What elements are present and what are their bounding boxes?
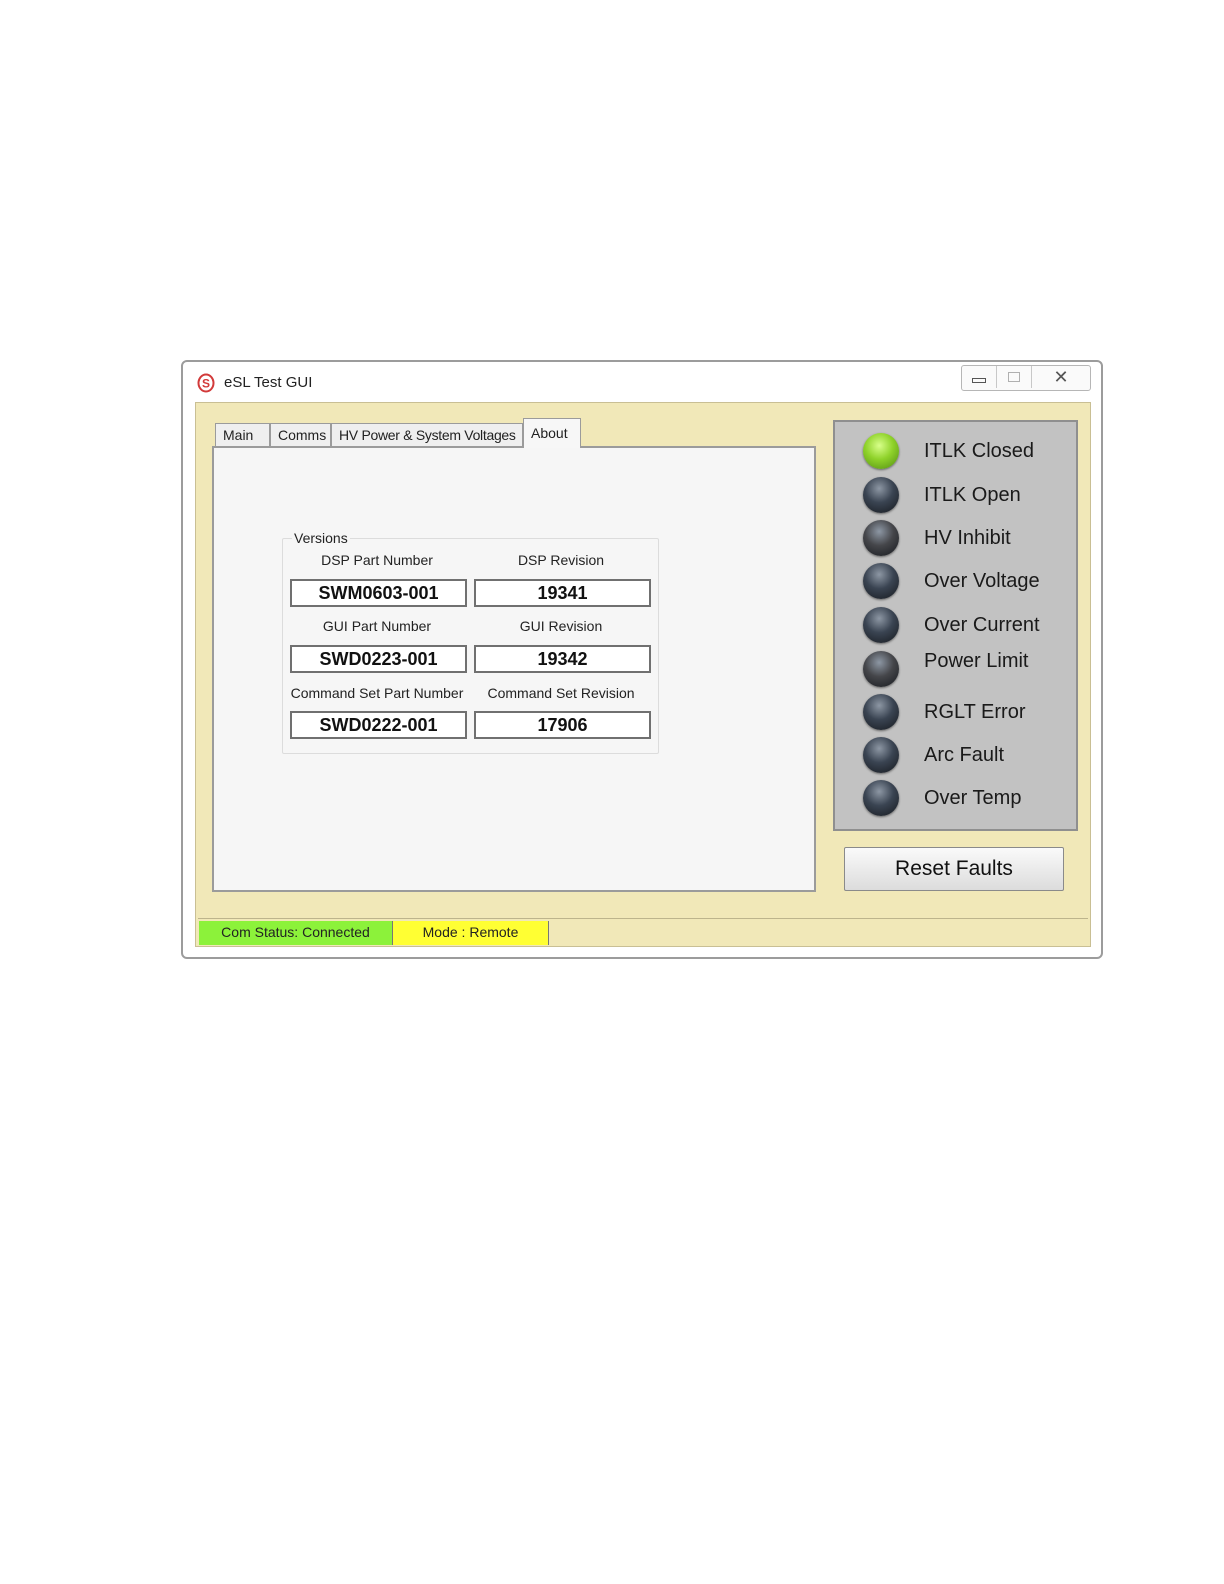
- indicator-label: ITLK Open: [924, 484, 1021, 506]
- indicator-label: RGLT Error: [924, 701, 1026, 723]
- indicator-hv-inhibit: HV Inhibit: [835, 520, 1076, 560]
- window-controls: ✕: [961, 365, 1091, 391]
- minimize-button[interactable]: [962, 366, 997, 388]
- status-indicator-panel: ITLK Closed ITLK Open HV Inhibit Over Vo…: [833, 420, 1078, 831]
- dsp-part-number-label: DSP Part Number: [321, 552, 433, 568]
- tab-main[interactable]: Main: [215, 423, 270, 447]
- command-set-part-number-label: Command Set Part Number: [290, 685, 464, 701]
- app-window: S eSL Test GUI ✕ Main Comms HV Power & S…: [181, 360, 1103, 959]
- led-icon: [863, 780, 899, 816]
- gui-revision-label: GUI Revision: [519, 618, 603, 634]
- indicator-over-temp: Over Temp: [835, 780, 1076, 820]
- indicator-itlk-open: ITLK Open: [835, 477, 1076, 517]
- dsp-revision-label: DSP Revision: [517, 552, 605, 568]
- indicator-label: ITLK Closed: [924, 440, 1035, 462]
- dsp-revision-field[interactable]: 19341: [474, 579, 651, 607]
- command-set-part-number-field[interactable]: SWD0222-001: [290, 711, 467, 739]
- maximize-icon: [1008, 372, 1020, 382]
- close-button[interactable]: ✕: [1032, 366, 1090, 388]
- led-icon: [863, 563, 899, 599]
- gui-part-number-label: GUI Part Number: [322, 618, 432, 634]
- tab-hv-power-system-voltages[interactable]: HV Power & System Voltages: [331, 423, 523, 447]
- led-icon: [863, 477, 899, 513]
- indicator-label: Over Voltage: [924, 570, 1040, 592]
- dsp-part-number-field[interactable]: SWM0603-001: [290, 579, 467, 607]
- versions-group: Versions DSP Part Number DSP Revision SW…: [282, 530, 659, 754]
- status-bar: Com Status: Connected Mode : Remote: [198, 918, 1088, 945]
- indicator-over-current: Over Current: [835, 607, 1076, 647]
- reset-faults-button[interactable]: Reset Faults: [844, 847, 1064, 891]
- indicator-label: Arc Fault: [924, 744, 1005, 766]
- title-bar[interactable]: S eSL Test GUI ✕: [183, 362, 1101, 402]
- led-icon: [863, 433, 899, 469]
- versions-legend: Versions: [292, 530, 350, 546]
- gui-revision-field[interactable]: 19342: [474, 645, 651, 673]
- indicator-power-limit: Power Limit: [835, 650, 1076, 691]
- led-icon: [863, 607, 899, 643]
- com-status-indicator: Com Status: Connected: [199, 921, 393, 945]
- tab-comms[interactable]: Comms: [270, 423, 331, 447]
- minimize-icon: [972, 377, 986, 383]
- gui-part-number-field[interactable]: SWD0223-001: [290, 645, 467, 673]
- window-title: eSL Test GUI: [224, 374, 313, 391]
- led-icon: [863, 737, 899, 773]
- close-icon: ✕: [1053, 367, 1069, 387]
- indicator-rglt-error: RGLT Error: [835, 694, 1076, 734]
- app-logo-icon: S: [197, 373, 215, 393]
- indicator-arc-fault: Arc Fault: [835, 737, 1076, 777]
- led-icon: [863, 694, 899, 730]
- indicator-label: Over Current: [924, 614, 1040, 636]
- tab-about[interactable]: About: [523, 418, 581, 448]
- indicator-over-voltage: Over Voltage: [835, 563, 1076, 603]
- command-set-revision-label: Command Set Revision: [487, 685, 635, 701]
- command-set-revision-field[interactable]: 17906: [474, 711, 651, 739]
- mode-indicator: Mode : Remote: [393, 921, 549, 945]
- svg-text:S: S: [202, 377, 210, 391]
- client-area: Main Comms HV Power & System Voltages Ab…: [195, 402, 1091, 947]
- indicator-label: Power Limit: [924, 650, 1029, 672]
- about-tab-panel: Versions DSP Part Number DSP Revision SW…: [212, 446, 816, 892]
- led-icon: [863, 520, 899, 556]
- maximize-button[interactable]: [997, 366, 1032, 388]
- indicator-label: HV Inhibit: [924, 527, 1011, 549]
- led-icon: [863, 651, 899, 687]
- indicator-itlk-closed: ITLK Closed: [835, 433, 1076, 473]
- indicator-label: Over Temp: [924, 787, 1022, 809]
